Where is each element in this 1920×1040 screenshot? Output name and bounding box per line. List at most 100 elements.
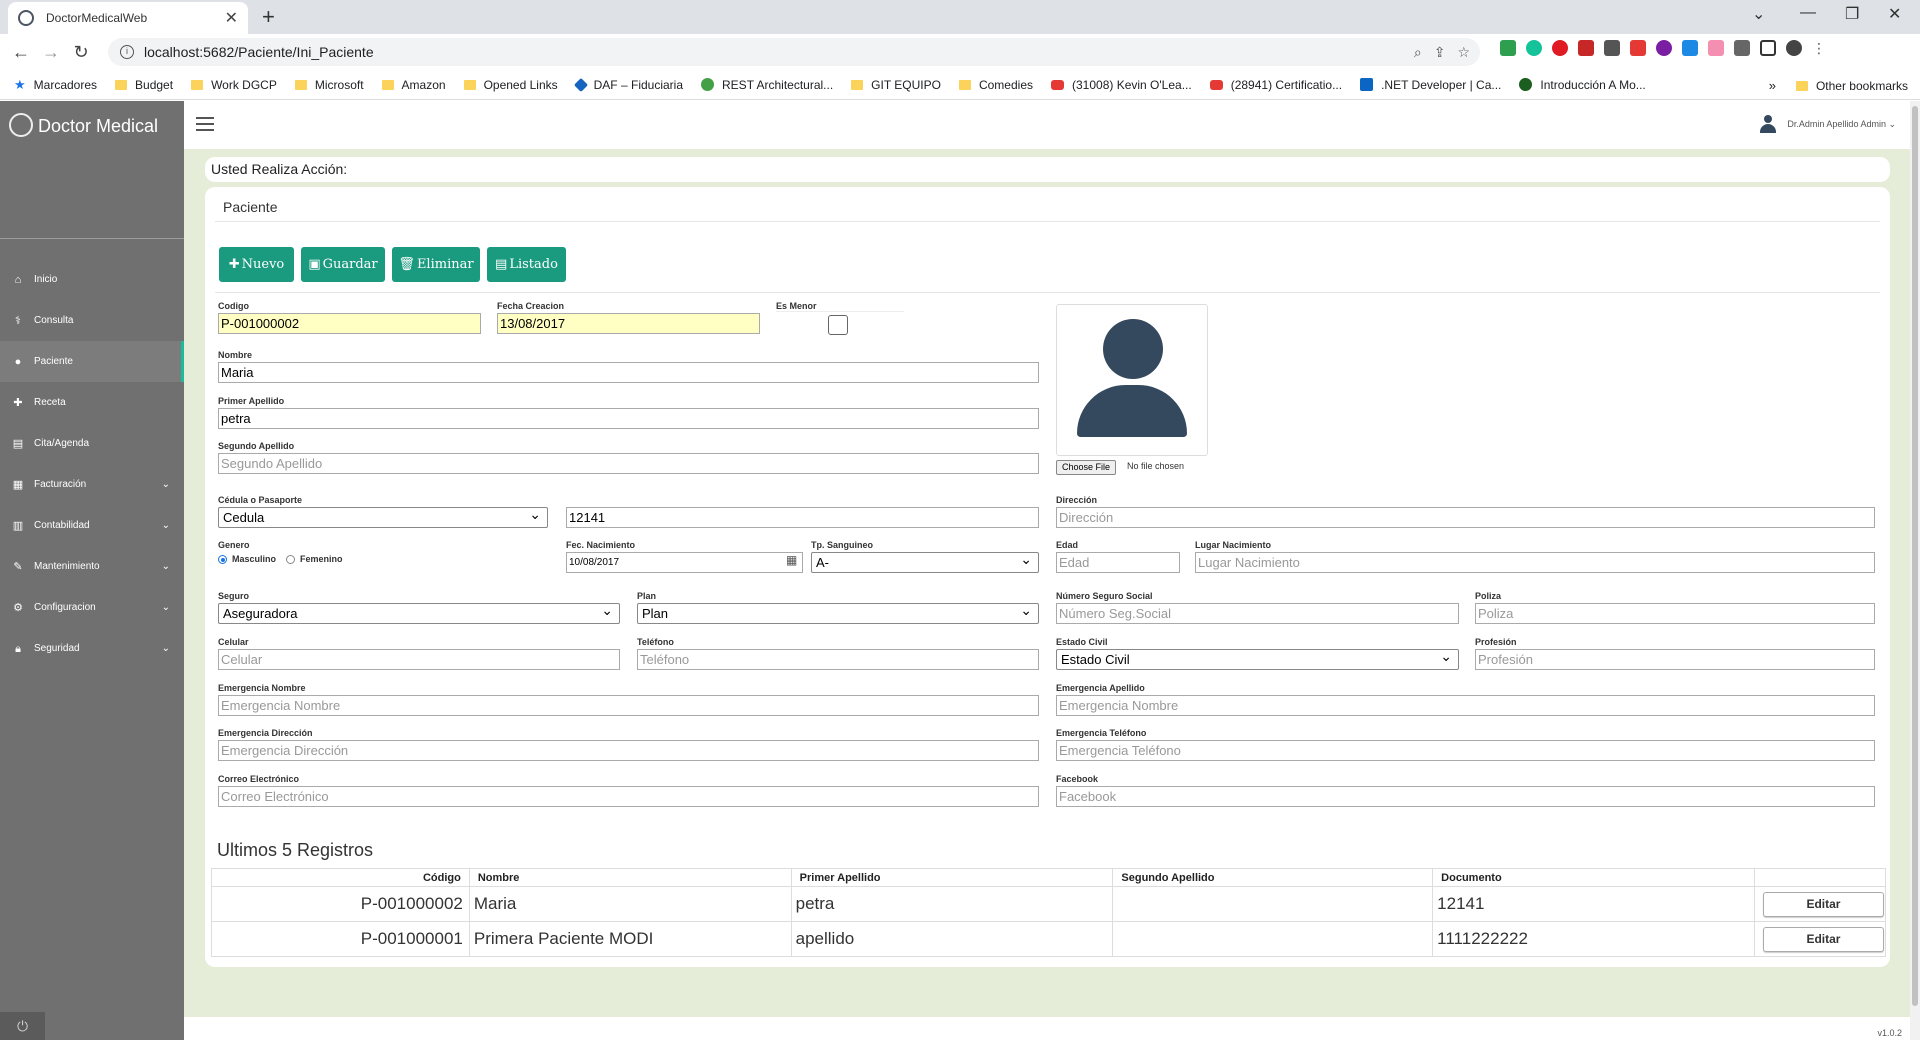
extension-audio-icon[interactable]: [1604, 40, 1620, 56]
restore-icon[interactable]: ❐: [1845, 4, 1859, 24]
close-window-icon[interactable]: ✕: [1888, 4, 1901, 24]
bookmark-daf[interactable]: DAF – Fiduciaria: [573, 77, 683, 92]
plan-select[interactable]: Plan: [637, 601, 1039, 624]
divider: [215, 221, 1880, 222]
bookmark-youtube-1[interactable]: (31008) Kevin O'Lea...: [1051, 78, 1192, 92]
sidebar-item-facturacion[interactable]: ▦ Facturación ⌄: [0, 464, 184, 505]
bookmark-git-equipo[interactable]: GIT EQUIPO: [851, 78, 941, 92]
file-status: No file chosen: [1127, 461, 1185, 471]
other-bookmarks[interactable]: Other bookmarks: [1795, 79, 1908, 93]
sidebar-item-seguridad[interactable]: 🔒︎ Seguridad ⌄: [0, 628, 184, 669]
profesion-field[interactable]: Profesión: [1475, 649, 1875, 670]
es-menor-checkbox[interactable]: [828, 315, 848, 335]
user-menu[interactable]: Dr.Admin Apellido Admin ⌄: [1759, 115, 1896, 133]
bookmarks-overflow-icon[interactable]: »: [1769, 78, 1776, 93]
celular-field[interactable]: Celular: [218, 649, 620, 670]
nss-field[interactable]: Número Seg.Social: [1056, 603, 1459, 624]
segundo-apellido-field[interactable]: Segundo Apellido: [218, 453, 1039, 474]
estado-civil-select[interactable]: Estado Civil: [1056, 647, 1459, 670]
reload-icon[interactable]: ↻: [66, 42, 96, 63]
listado-button[interactable]: ▤ Listado: [487, 247, 566, 282]
sidebar-item-paciente[interactable]: ● Paciente: [0, 341, 184, 382]
lugar-nacimiento-field[interactable]: Lugar Nacimiento: [1195, 552, 1875, 573]
cedula-field[interactable]: 12141: [566, 507, 1039, 528]
eliminar-button[interactable]: 🗑︎ Eliminar: [392, 247, 480, 282]
femenino-radio[interactable]: [286, 555, 295, 564]
bookmark-budget[interactable]: Budget: [115, 78, 173, 92]
bookmark-rest[interactable]: REST Architectural...: [701, 78, 833, 92]
bookmark-marcadores[interactable]: ★ Marcadores: [14, 77, 97, 93]
tab-search-icon[interactable]: ⌄: [1752, 4, 1765, 24]
sidebar-item-inicio[interactable]: ⌂ Inicio: [0, 259, 184, 300]
extension-grid-icon[interactable]: [1630, 40, 1646, 56]
bookmark-star-icon[interactable]: ☆: [1457, 44, 1470, 61]
direccion-field[interactable]: Dirección: [1056, 507, 1875, 528]
extension-pink-icon[interactable]: [1708, 40, 1724, 56]
extension-purple-icon[interactable]: [1656, 40, 1672, 56]
nombre-field[interactable]: Maria: [218, 362, 1039, 383]
bookmark-amazon[interactable]: Amazon: [381, 78, 446, 92]
forward-icon[interactable]: →: [36, 42, 66, 63]
url-bar[interactable]: i localhost:5682/Paciente/Ini_Paciente ⌕…: [108, 38, 1480, 66]
bookmark-opened-links[interactable]: Opened Links: [463, 78, 558, 92]
choose-file-button[interactable]: Choose File: [1056, 460, 1117, 475]
back-icon[interactable]: ←: [6, 42, 36, 63]
nuevo-button[interactable]: ✚ Nuevo: [219, 247, 294, 282]
site-info-icon[interactable]: i: [120, 45, 134, 59]
tp-sanguineo-select[interactable]: A-: [811, 550, 1039, 573]
bookmark-introduccion[interactable]: Introducción A Mo...: [1519, 78, 1646, 92]
browser-tab[interactable]: DoctorMedicalWeb ✕: [8, 2, 248, 34]
sidebar-item-contabilidad[interactable]: ▥ Contabilidad ⌄: [0, 505, 184, 546]
fec-nacimiento-field[interactable]: 10/08/2017: [566, 552, 803, 573]
sidebar-item-cita-agenda[interactable]: ▤ Cita/Agenda: [0, 423, 184, 464]
bookmark-youtube-2[interactable]: (28941) Certificatio...: [1209, 78, 1342, 92]
profile-avatar-icon[interactable]: [1786, 40, 1802, 56]
browser-menu-icon[interactable]: ⋮: [1812, 40, 1828, 56]
sidebar-item-configuracion[interactable]: ⚙ Configuracion ⌄: [0, 587, 184, 628]
sidebar-item-mantenimiento[interactable]: ✎ Mantenimiento ⌄: [0, 546, 184, 587]
sidebar-item-receta[interactable]: ✚ Receta: [0, 382, 184, 423]
editar-button[interactable]: Editar: [1762, 891, 1884, 917]
scrollbar-thumb[interactable]: [1912, 106, 1918, 1006]
codigo-field[interactable]: P-001000002: [218, 313, 481, 334]
extension-opera-icon[interactable]: [1552, 40, 1568, 56]
page-scrollbar[interactable]: [1910, 101, 1920, 1040]
calendar-icon[interactable]: ▦: [786, 553, 797, 567]
extension-red-icon[interactable]: [1578, 40, 1594, 56]
emergencia-telefono-field[interactable]: Emergencia Teléfono: [1056, 740, 1875, 761]
bookmark-microsoft[interactable]: Microsoft: [294, 78, 364, 92]
tp-sanguineo-label: Tp. Sanguineo: [811, 540, 873, 550]
correo-field[interactable]: Correo Electrónico: [218, 786, 1039, 807]
cedula-type-select[interactable]: Cedula: [218, 505, 548, 528]
edad-field[interactable]: Edad: [1056, 552, 1180, 573]
close-tab-icon[interactable]: ✕: [225, 8, 238, 28]
fecha-creacion-field[interactable]: 13/08/2017: [497, 313, 760, 334]
seguro-select[interactable]: Aseguradora: [218, 601, 620, 624]
share-icon[interactable]: ⇪: [1434, 44, 1446, 61]
telefono-field[interactable]: Teléfono: [637, 649, 1039, 670]
extensions-puzzle-icon[interactable]: [1734, 40, 1750, 56]
zoom-icon[interactable]: ⌕: [1414, 44, 1422, 61]
minimize-icon[interactable]: —: [1800, 4, 1816, 22]
extension-shield-icon[interactable]: [1500, 40, 1516, 56]
primer-apellido-field[interactable]: petra: [218, 408, 1039, 429]
emergencia-apellido-field[interactable]: Emergencia Nombre: [1056, 695, 1875, 716]
emergencia-direccion-field[interactable]: Emergencia Dirección: [218, 740, 1039, 761]
menu-toggle-icon[interactable]: [196, 117, 214, 131]
bookmark-comedies[interactable]: Comedies: [958, 78, 1033, 92]
side-panel-icon[interactable]: [1760, 40, 1776, 56]
telefono-label: Teléfono: [637, 637, 674, 647]
bookmark-linkedin[interactable]: .NET Developer | Ca...: [1360, 78, 1501, 92]
guardar-button[interactable]: ▣ Guardar: [301, 247, 385, 282]
bookmark-work-dgcp[interactable]: Work DGCP: [191, 78, 277, 92]
new-tab-icon[interactable]: +: [262, 4, 275, 30]
facebook-field[interactable]: Facebook: [1056, 786, 1875, 807]
editar-button[interactable]: Editar: [1762, 926, 1884, 952]
masculino-radio[interactable]: [218, 555, 227, 564]
extension-drop-icon[interactable]: [1682, 40, 1698, 56]
extension-grammarly-icon[interactable]: [1526, 40, 1542, 56]
sidebar-item-consulta[interactable]: ⚕ Consulta: [0, 300, 184, 341]
emergencia-nombre-field[interactable]: Emergencia Nombre: [218, 695, 1039, 716]
poliza-field[interactable]: Poliza: [1475, 603, 1875, 624]
power-icon[interactable]: ⏻: [0, 1012, 45, 1040]
